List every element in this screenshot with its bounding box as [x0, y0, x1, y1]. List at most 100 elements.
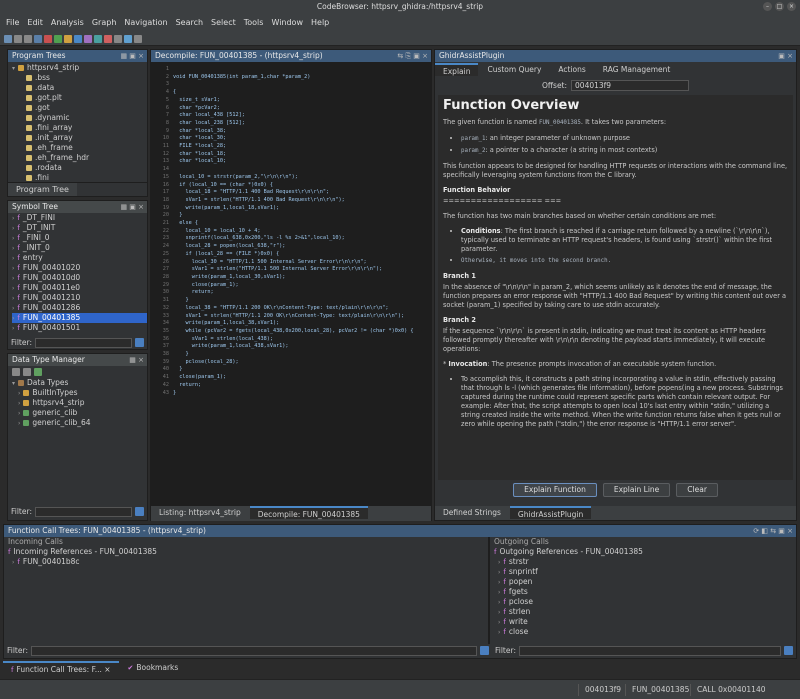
code-line[interactable]: 32 local_38 = "HTTP/1.1 200 OK\r\nConten… — [151, 305, 431, 313]
tree-item[interactable]: .got.plt — [12, 93, 147, 103]
code-line[interactable]: 26 local_30 = "HTTP/1.1 500 Internal Ser… — [151, 259, 431, 267]
outgoing-call-item[interactable]: › f pclose — [494, 597, 796, 607]
refresh-icon[interactable] — [124, 34, 132, 43]
symbol-item[interactable]: › f _DT_FINI — [12, 213, 147, 223]
bookmark-icon[interactable] — [104, 34, 112, 43]
code-line[interactable]: 40 } — [151, 366, 431, 374]
tab-rag-management[interactable]: RAG Management — [595, 63, 679, 76]
filter-options-icon[interactable] — [135, 338, 144, 347]
tree-item[interactable]: .bss — [12, 73, 147, 83]
outgoing-call-item[interactable]: › f strlen — [494, 607, 796, 617]
expand-icon[interactable]: › — [12, 285, 14, 292]
incoming-filter-input[interactable] — [30, 645, 477, 656]
code-line[interactable]: 20 } — [151, 212, 431, 220]
back-icon[interactable] — [14, 34, 22, 43]
code-line[interactable]: 18 sVar1 = strlen("HTTP/1.1 400 Bad Requ… — [151, 197, 431, 205]
code-line[interactable]: 29 close(param_1); — [151, 282, 431, 290]
code-line[interactable]: 25 if (local_28 == (FILE *)0x0) { — [151, 251, 431, 259]
expand-icon[interactable]: › — [12, 225, 14, 232]
forward-icon[interactable] — [23, 368, 31, 376]
code-line[interactable]: 34 write(param_1,local_38,sVar1); — [151, 320, 431, 328]
expand-icon[interactable]: › — [12, 235, 14, 242]
menu-search[interactable]: Search — [176, 18, 203, 27]
expand-icon[interactable]: › — [18, 400, 20, 407]
close-icon[interactable]: × — [787, 2, 796, 11]
add-icon[interactable] — [34, 368, 42, 376]
symbol-item[interactable]: › f FUN_00401020 — [12, 263, 147, 273]
tree-item[interactable]: .fini — [12, 173, 147, 182]
tab-defined-strings[interactable]: Defined Strings — [435, 506, 509, 519]
label-icon[interactable] — [64, 34, 72, 43]
code-line[interactable]: 43} — [151, 390, 431, 398]
expand-icon[interactable]: › — [12, 245, 14, 252]
expand-icon[interactable]: › — [18, 390, 20, 397]
menu-analysis[interactable]: Analysis — [51, 18, 84, 27]
tab-bookmarks[interactable]: ✔ Bookmarks — [120, 661, 187, 674]
symbol-item[interactable]: › f FUN_004011e0 — [12, 283, 147, 293]
code-line[interactable]: 39 pclose(local_28); — [151, 359, 431, 367]
expand-icon[interactable]: › — [498, 609, 500, 616]
filter-options-icon[interactable] — [135, 507, 144, 516]
tree-item[interactable]: .dynamic — [12, 113, 147, 123]
code-line[interactable]: 31 } — [151, 297, 431, 305]
back-icon[interactable] — [12, 368, 20, 376]
panel-controls-icon[interactable]: ▦ × — [129, 354, 144, 366]
code-line[interactable]: 16 if (local_10 == (char *)0x0) { — [151, 182, 431, 190]
code-line[interactable]: 41 close(param_1); — [151, 374, 431, 382]
code-line[interactable]: 13 char *local_10; — [151, 158, 431, 166]
code-line[interactable]: 9 char *local_38; — [151, 128, 431, 136]
symbol-item[interactable]: › f _DT_INIT — [12, 223, 147, 233]
outgoing-call-item[interactable]: › f close — [494, 627, 796, 637]
code-line[interactable]: 23 snprintf(local_638,0x200,"ls -l %s 2>… — [151, 235, 431, 243]
offset-field[interactable]: 004013f9 — [571, 79, 690, 91]
code-line[interactable]: 11 FILE *local_28; — [151, 143, 431, 151]
menu-tools[interactable]: Tools — [244, 18, 264, 27]
datatype-archive[interactable]: › BuiltInTypes — [12, 388, 147, 398]
symbol-item[interactable]: › f FUN_00401385 — [12, 313, 147, 323]
expand-icon[interactable]: › — [498, 559, 500, 566]
symbol-item[interactable]: › f FUN_00401210 — [12, 293, 147, 303]
tab-custom-query[interactable]: Custom Query — [479, 63, 549, 76]
incoming-root[interactable]: f Incoming References - FUN_00401385 — [8, 547, 488, 557]
expand-icon[interactable]: › — [18, 420, 20, 427]
tree-item[interactable]: .fini_array — [12, 123, 147, 133]
decompiler-code[interactable]: 1 2 void FUN_00401385(int param_1,char *pa… — [151, 62, 431, 506]
menu-select[interactable]: Select — [211, 18, 236, 27]
outgoing-filter-input[interactable] — [518, 645, 781, 656]
expand-icon[interactable]: › — [12, 315, 14, 322]
expand-icon[interactable]: › — [12, 559, 14, 566]
expand-icon[interactable]: › — [12, 295, 14, 302]
explain-line-button[interactable]: Explain Line — [602, 483, 671, 497]
tab-decompile[interactable]: Decompile: FUN_00401385 — [249, 506, 368, 519]
symbol-filter-input[interactable] — [34, 337, 132, 348]
panel-close-icon[interactable]: ▣ × — [778, 50, 793, 62]
code-line[interactable]: 27 sVar1 = strlen("HTTP/1.1 500 Internal… — [151, 266, 431, 274]
code-line[interactable]: 5 size_t sVar1; — [151, 97, 431, 105]
code-line[interactable]: 2 void FUN_00401385(int param_1,char *par… — [151, 74, 431, 82]
code-line[interactable]: 7 char local_438 [512]; — [151, 112, 431, 120]
code-line[interactable]: 12 char *local_18; — [151, 151, 431, 159]
tree-item[interactable]: .eh_frame_hdr — [12, 153, 147, 163]
data-icon[interactable] — [74, 34, 82, 43]
tree-item[interactable]: .got — [12, 103, 147, 113]
menu-edit[interactable]: Edit — [27, 18, 43, 27]
panel-controls-icon[interactable]: ⟳ ◧ ⇆ ▣ × — [753, 525, 793, 537]
code-line[interactable]: 36 sVar1 = strlen(local_438); — [151, 336, 431, 344]
symbol-item[interactable]: › f FUN_004010d0 — [12, 273, 147, 283]
symbol-item[interactable]: › f _FINI_0 — [12, 233, 147, 243]
datatype-archive[interactable]: › httpsrv4_strip — [12, 398, 147, 408]
menu-help[interactable]: Help — [311, 18, 329, 27]
clear-button[interactable]: Clear — [676, 483, 718, 497]
outgoing-call-item[interactable]: › f snprintf — [494, 567, 796, 577]
code-line[interactable]: 28 write(param_1,local_30,sVar1); — [151, 274, 431, 282]
tab-actions[interactable]: Actions — [550, 63, 593, 76]
code-line[interactable]: 24 local_28 = popen(local_638,"r"); — [151, 243, 431, 251]
expand-icon[interactable]: › — [498, 579, 500, 586]
code-line[interactable]: 30 return; — [151, 289, 431, 297]
symbol-item[interactable]: › f entry — [12, 253, 147, 263]
datatype-archive[interactable]: › generic_clib — [12, 408, 147, 418]
code-line[interactable]: 42 return; — [151, 382, 431, 390]
code-line[interactable]: 6 char *pcVar2; — [151, 105, 431, 113]
tree-item[interactable]: .data — [12, 83, 147, 93]
outgoing-call-item[interactable]: › f fgets — [494, 587, 796, 597]
